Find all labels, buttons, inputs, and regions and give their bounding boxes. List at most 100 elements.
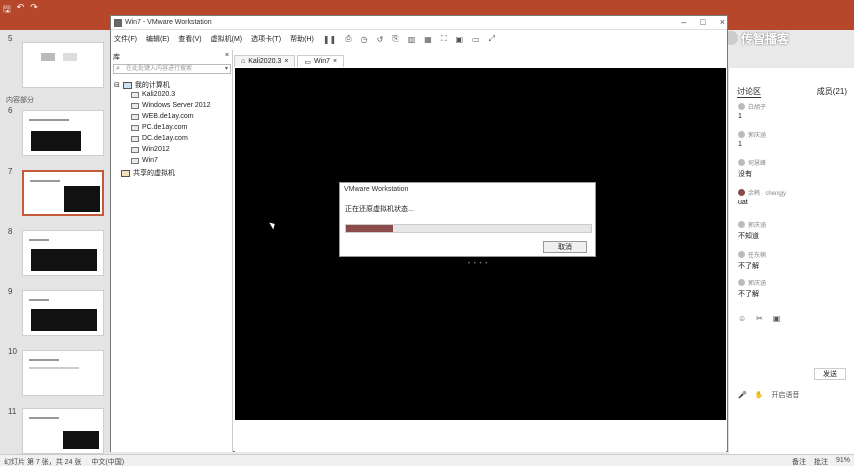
tree-vm-item[interactable]: PC.de1ay.com: [131, 124, 187, 131]
chat-text: 1: [738, 141, 742, 148]
snapshot-manager-icon[interactable]: ⎘: [392, 34, 398, 44]
home-icon: ⌂: [241, 58, 246, 65]
menu-file[interactable]: 文件(F): [114, 34, 137, 44]
tree-label: Kali2020.3: [142, 91, 176, 98]
vm-icon: [131, 135, 139, 142]
tree-label: DC.de1ay.com: [142, 135, 188, 142]
tree-my-computer[interactable]: ⊟ 我的计算机: [114, 80, 170, 90]
chat-message: 郭庆涵 不知道: [738, 220, 848, 241]
avatar: [738, 159, 745, 166]
fullscreen-icon[interactable]: ⛶: [441, 34, 447, 44]
comments-button[interactable]: 批注: [814, 457, 828, 466]
vm-status-area: [235, 420, 726, 452]
slide-thumbnail[interactable]: [22, 350, 104, 396]
slide-number: 6: [8, 106, 13, 115]
chat-author: 任东楠: [748, 253, 767, 259]
slide-thumbnail-selected[interactable]: [22, 170, 104, 216]
shared-vm-icon: [121, 169, 130, 177]
revert-snapshot-icon[interactable]: ↺: [377, 35, 384, 44]
scissors-icon[interactable]: ✂: [756, 314, 763, 323]
microphone-icon[interactable]: 🎤: [738, 391, 747, 399]
tree-vm-item[interactable]: DC.de1ay.com: [131, 135, 188, 142]
tree-vm-item[interactable]: Kali2020.3: [131, 91, 175, 98]
snapshot-icon[interactable]: ◷: [361, 35, 368, 44]
chat-text: uat: [738, 199, 748, 206]
slide-thumbnail[interactable]: [22, 230, 104, 276]
library-toggle-icon[interactable]: ▥: [408, 35, 416, 44]
slide-thumbnail[interactable]: [22, 110, 104, 156]
chat-message: 郭庆涵 不了解: [738, 278, 848, 299]
chat-message: 白胡子 1: [738, 102, 848, 120]
vm-icon: [131, 146, 139, 153]
chat-author: 郭庆涵: [748, 223, 767, 229]
progress-fill: [346, 225, 393, 232]
hand-icon[interactable]: ✋: [755, 391, 764, 399]
avatar: [738, 221, 745, 228]
voice-toggle[interactable]: 开启语音: [771, 390, 799, 400]
slide-number: 9: [8, 287, 13, 296]
tab-kali[interactable]: ⌂ Kali2020.3 ×: [234, 55, 296, 67]
vm-tab-icon: ▭: [304, 58, 312, 66]
send-button[interactable]: 发送: [814, 368, 846, 380]
avatar: [738, 279, 745, 286]
close-icon[interactable]: ×: [284, 58, 288, 65]
tab-members[interactable]: 成员(21): [817, 86, 847, 98]
image-icon[interactable]: ▣: [773, 314, 781, 323]
library-title: 库: [113, 54, 120, 61]
tab-win7[interactable]: ▭ Win7 ×: [297, 55, 345, 67]
thumbnail-icon[interactable]: ▦: [424, 35, 432, 44]
notes-button[interactable]: 备注: [792, 457, 806, 466]
avatar: [738, 103, 745, 110]
pause-icon[interactable]: ❚❚: [323, 35, 336, 44]
section-title[interactable]: 内容部分: [6, 95, 34, 105]
slide-thumbnail-panel[interactable]: 5 内容部分 6 7 8 9 10 11: [0, 30, 110, 454]
close-icon[interactable]: ×: [720, 17, 725, 27]
tree-shared-vms[interactable]: 共享的虚拟机: [121, 168, 175, 178]
cancel-button[interactable]: 取消: [543, 241, 587, 253]
tree-vm-item[interactable]: Win2012: [131, 146, 170, 153]
slide-thumbnail[interactable]: [22, 408, 104, 454]
unity-icon[interactable]: ▣: [455, 35, 463, 44]
close-icon[interactable]: ×: [225, 52, 229, 59]
tree-label: Win2012: [142, 146, 170, 153]
slide-count-status: 幻灯片 第 7 张，共 24 张: [4, 459, 82, 466]
send-ctrl-alt-del-icon[interactable]: ⎙: [345, 34, 351, 44]
library-search-input[interactable]: ⌕ 在此处键入内容进行搜索 ▾: [113, 64, 231, 74]
tab-discussion[interactable]: 讨论区: [737, 86, 761, 98]
tree-vm-item[interactable]: Win7: [131, 157, 158, 164]
chat-text: 1: [738, 113, 742, 120]
chat-text: 没有: [738, 171, 752, 178]
close-icon[interactable]: ×: [333, 58, 337, 65]
dialog-message: 正在还原虚拟机状态...: [345, 206, 414, 213]
tree-vm-item[interactable]: WEB.de1ay.com: [131, 113, 194, 120]
menu-tabs[interactable]: 选项卡(T): [251, 34, 281, 44]
tree-vm-item[interactable]: Windows Server 2012: [131, 102, 210, 109]
tree-label: WEB.de1ay.com: [142, 113, 194, 120]
emoji-icon[interactable]: ☺: [738, 314, 746, 323]
chat-toolbar: ☺ ✂ ▣: [738, 314, 848, 323]
chevron-down-icon[interactable]: ▾: [225, 65, 228, 73]
slide-thumbnail[interactable]: [22, 42, 104, 88]
tree-label: 共享的虚拟机: [133, 170, 175, 177]
search-icon: ⌕: [116, 65, 120, 72]
chat-author: 郭庆涵: [748, 281, 767, 287]
collapse-icon[interactable]: ⊟: [114, 81, 120, 89]
menu-help[interactable]: 帮助(H): [290, 34, 314, 44]
vm-icon: [131, 91, 139, 98]
chat-bottom-bar: 🎤 ✋ 开启语音: [738, 390, 848, 400]
menu-vm[interactable]: 虚拟机(M): [211, 34, 243, 44]
menu-view[interactable]: 查看(V): [178, 34, 201, 44]
vm-menubar: 文件(F) 编辑(E) 查看(V) 虚拟机(M) 选项卡(T) 帮助(H) ❚❚…: [111, 33, 727, 45]
tree-label: 我的计算机: [134, 82, 170, 89]
avatar: [738, 189, 745, 196]
slide-number: 7: [8, 167, 13, 176]
slide-thumbnail[interactable]: [22, 290, 104, 336]
maximize-icon[interactable]: □: [700, 17, 705, 27]
console-view-icon[interactable]: ▭: [472, 35, 480, 44]
minimize-icon[interactable]: –: [681, 17, 686, 27]
tree-label: Windows Server 2012: [142, 102, 211, 109]
tree-label: Win7: [142, 157, 158, 164]
stretch-icon[interactable]: ⤢: [489, 34, 495, 44]
zoom-level[interactable]: 91%: [836, 457, 850, 466]
menu-edit[interactable]: 编辑(E): [146, 34, 169, 44]
